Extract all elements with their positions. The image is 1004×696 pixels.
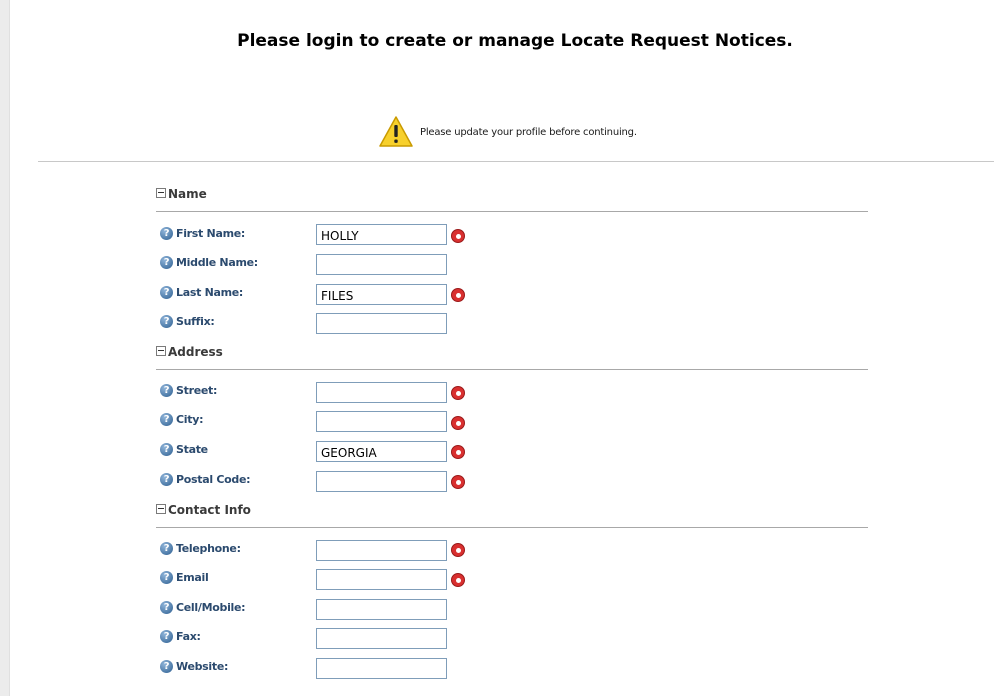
fax-label-text: Fax: [176, 629, 201, 643]
required-icon [451, 288, 465, 302]
state-field[interactable] [316, 441, 447, 462]
telephone-label-text: Telephone: [176, 541, 241, 555]
collapse-icon[interactable] [156, 504, 166, 514]
suffix-label: ? Suffix: [160, 313, 215, 329]
street-label-text: Street: [176, 383, 218, 397]
street-label: ? Street: [160, 382, 217, 398]
suffix-label-text: Suffix: [176, 314, 215, 328]
postal-code-label: ? Postal Code: [160, 471, 251, 487]
email-label-text: Email [176, 570, 209, 584]
section-contact-label: Contact Info [168, 503, 251, 517]
page-title: Please login to create or manage Locate … [237, 31, 793, 51]
profile-notice: Please update your profile before contin… [378, 112, 637, 152]
question-icon[interactable]: ? [160, 412, 173, 426]
required-icon [451, 386, 465, 400]
section-name[interactable]: Name [156, 187, 868, 212]
website-label: ? Website: [160, 658, 228, 674]
cell-mobile-field[interactable] [316, 599, 447, 620]
last-name-label-text: Last Name: [176, 285, 244, 299]
collapse-icon[interactable] [156, 346, 166, 356]
telephone-label: ? Telephone: [160, 540, 241, 556]
first-name-label-text: First Name: [176, 226, 245, 240]
postal-code-label-text: Postal Code: [176, 472, 251, 486]
required-icon [451, 475, 465, 489]
last-name-field[interactable] [316, 284, 447, 305]
city-label: ? City: [160, 411, 203, 427]
last-name-label: ? Last Name: [160, 284, 243, 300]
required-icon [451, 229, 465, 243]
email-label: ? Email [160, 569, 209, 585]
street-field[interactable] [316, 382, 447, 403]
cell-mobile-label-text: Cell/Mobile: [176, 600, 246, 614]
section-address[interactable]: Address [156, 345, 868, 370]
required-icon [451, 543, 465, 557]
postal-code-field[interactable] [316, 471, 447, 492]
city-field[interactable] [316, 411, 447, 432]
middle-name-label-text: Middle Name: [176, 255, 258, 269]
question-icon[interactable]: ? [160, 285, 173, 299]
question-icon[interactable]: ? [160, 255, 173, 269]
website-label-text: Website: [176, 659, 229, 673]
question-icon[interactable]: ? [160, 629, 173, 643]
city-label-text: City: [176, 412, 204, 426]
question-icon[interactable]: ? [160, 472, 173, 486]
cell-mobile-label: ? Cell/Mobile: [160, 599, 246, 615]
warning-icon [379, 116, 413, 147]
notice-message: Please update your profile before contin… [420, 126, 637, 138]
collapse-icon[interactable] [156, 188, 166, 198]
section-contact-info[interactable]: Contact Info [156, 503, 868, 528]
website-field[interactable] [316, 658, 447, 679]
divider [38, 161, 994, 162]
question-icon[interactable]: ? [160, 314, 173, 328]
first-name-field[interactable] [316, 224, 447, 245]
section-name-label: Name [168, 187, 207, 201]
question-icon[interactable]: ? [160, 226, 173, 240]
middle-name-field[interactable] [316, 254, 447, 275]
question-icon[interactable]: ? [160, 600, 173, 614]
question-icon[interactable]: ? [160, 541, 173, 555]
required-icon [451, 445, 465, 459]
required-icon [451, 416, 465, 430]
required-icon [451, 573, 465, 587]
question-icon[interactable]: ? [160, 659, 173, 673]
state-label: ? State [160, 441, 208, 457]
state-label-text: State [176, 442, 208, 456]
fax-label: ? Fax: [160, 628, 201, 644]
section-address-label: Address [168, 345, 223, 359]
suffix-field[interactable] [316, 313, 447, 334]
telephone-field[interactable] [316, 540, 447, 561]
question-icon[interactable]: ? [160, 570, 173, 584]
middle-name-label: ? Middle Name: [160, 254, 258, 270]
email-field[interactable] [316, 569, 447, 590]
question-icon[interactable]: ? [160, 383, 173, 397]
first-name-label: ? First Name: [160, 225, 245, 241]
fax-field[interactable] [316, 628, 447, 649]
question-icon[interactable]: ? [160, 442, 173, 456]
left-margin-bar [0, 0, 10, 696]
